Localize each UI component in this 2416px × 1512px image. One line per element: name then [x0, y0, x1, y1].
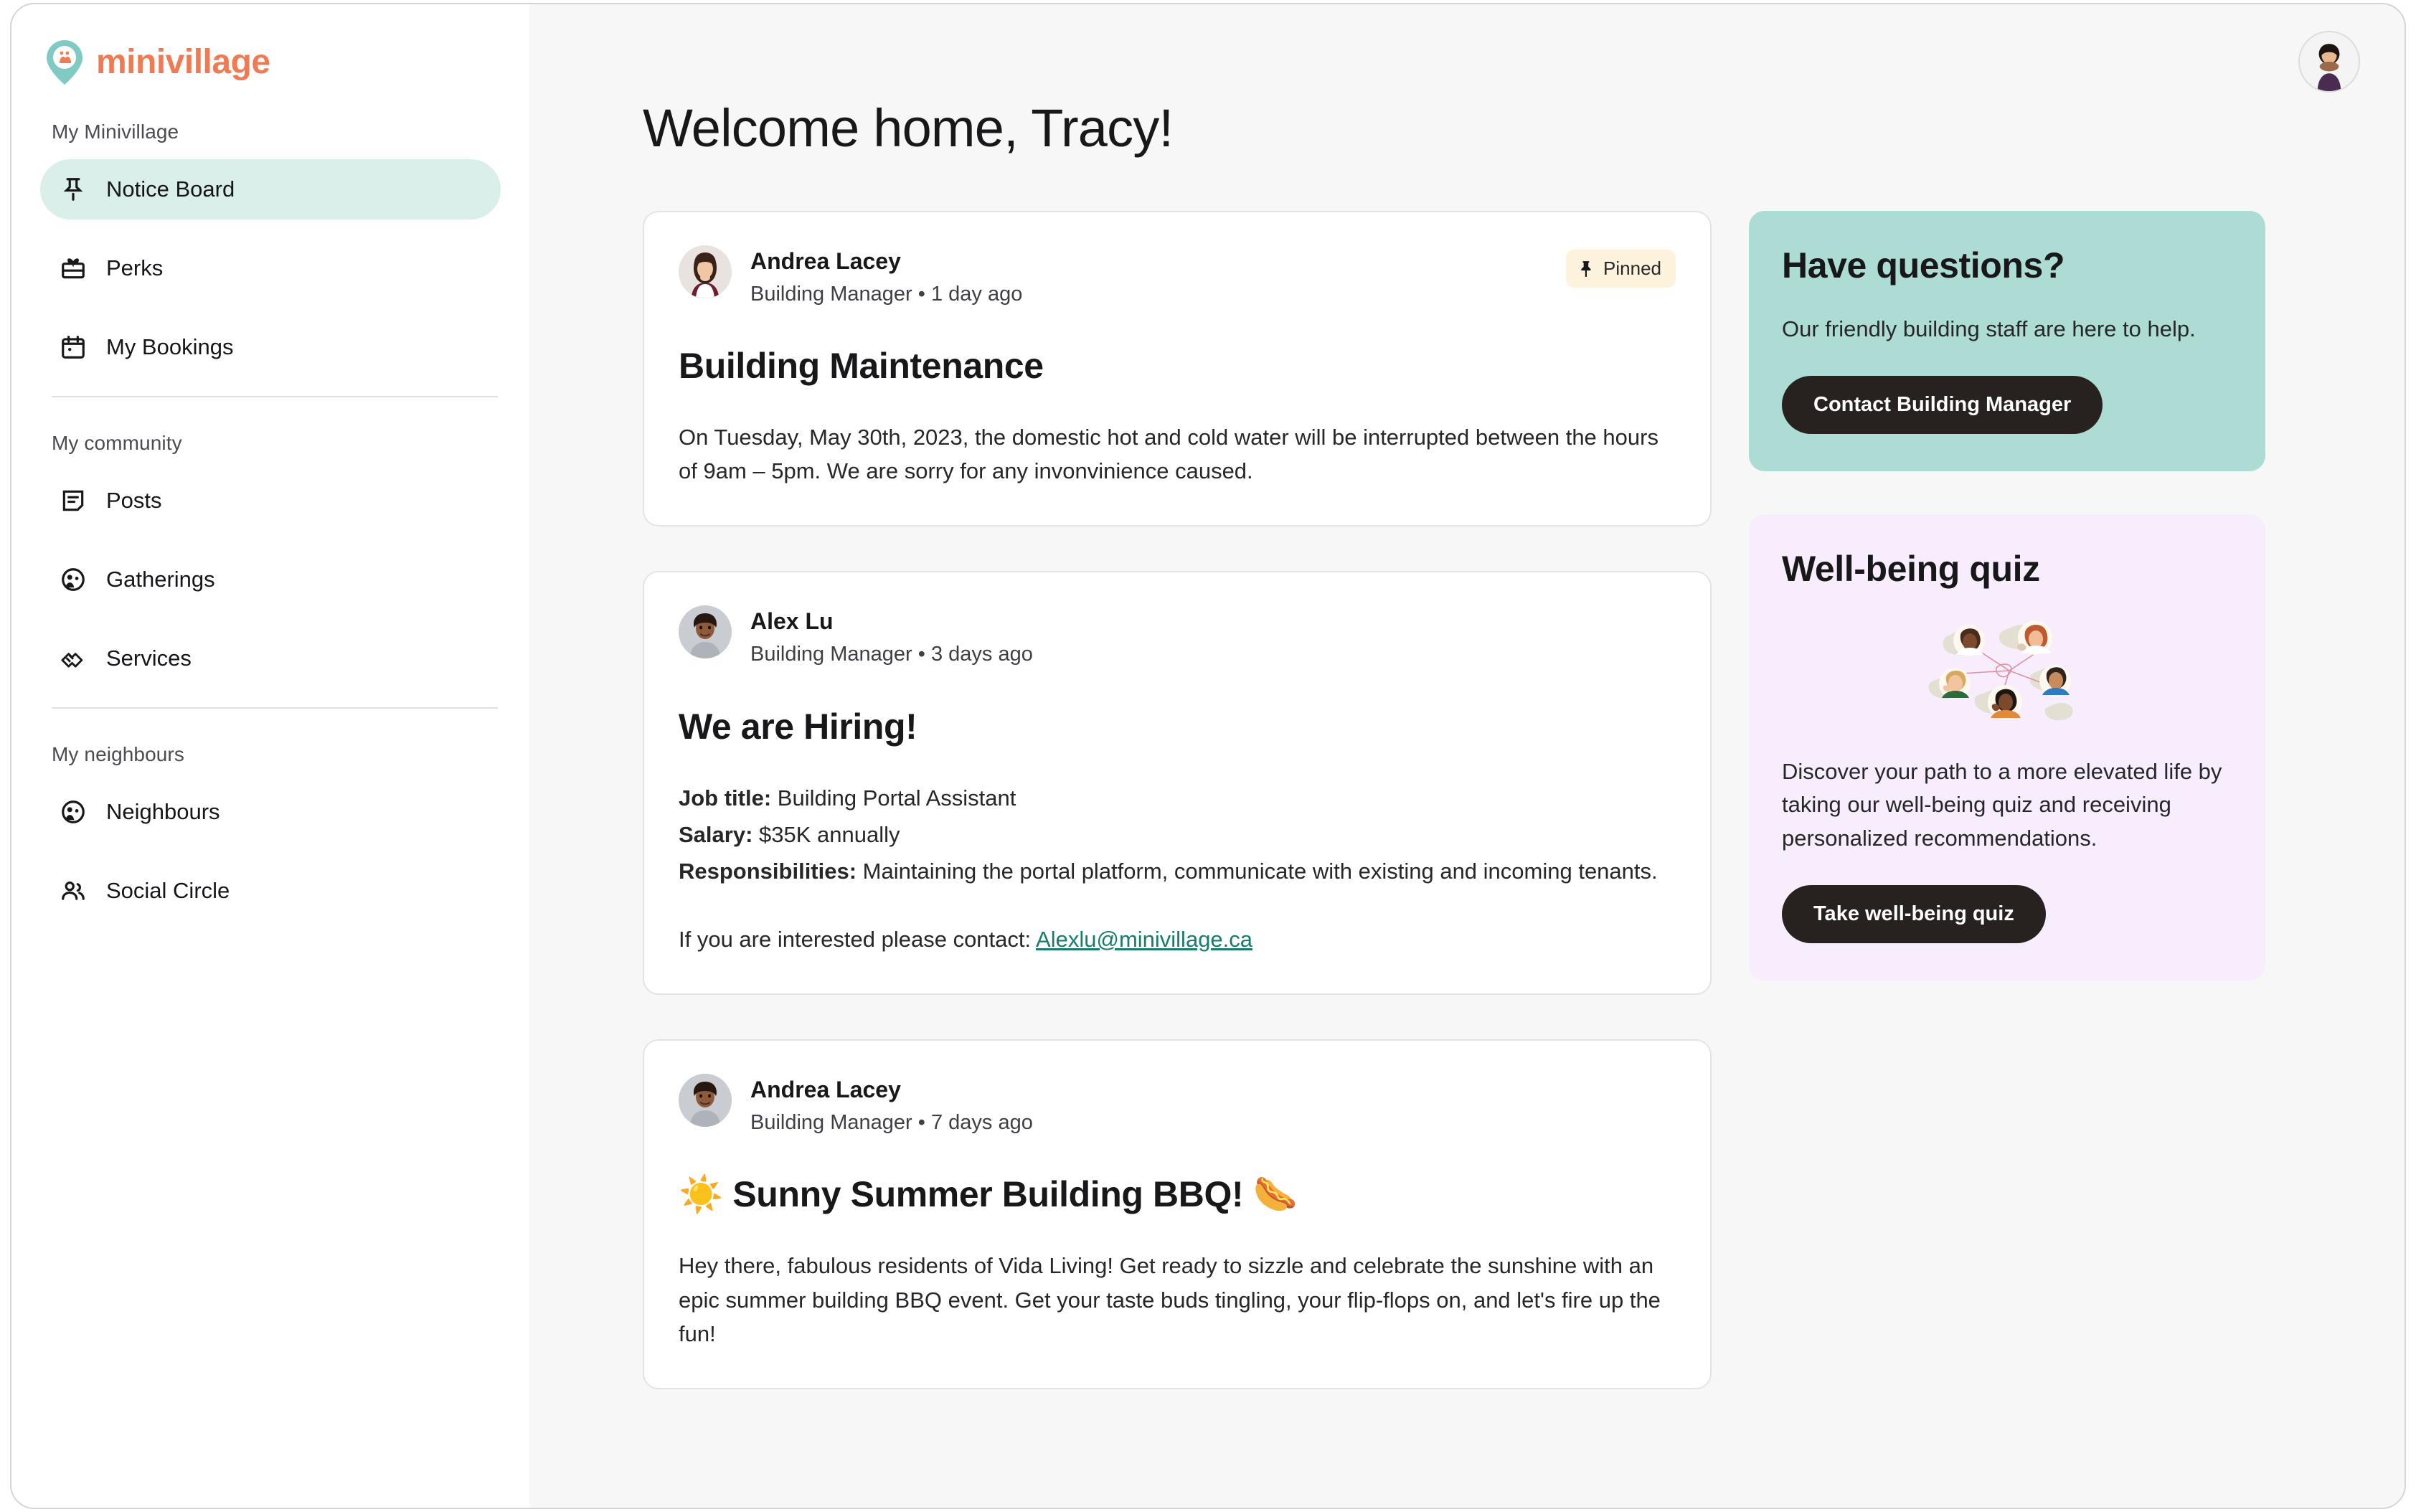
contact-building-manager-button[interactable]: Contact Building Manager — [1782, 376, 2103, 434]
main-content: Welcome home, Tracy! Andrea Lacey Buildi… — [529, 4, 2405, 1508]
sidebar-item-perks[interactable]: Perks — [40, 238, 501, 298]
post-header: Alex Lu Building Manager • 3 days ago — [679, 605, 1676, 667]
post-job-title-value: Building Portal Assistant — [777, 785, 1016, 811]
post-paragraph: On Tuesday, May 30th, 2023, the domestic… — [679, 425, 1658, 484]
handshake-icon — [59, 644, 88, 673]
sidebar: minivillage My Minivillage Notice Board — [11, 4, 529, 1508]
sidebar-item-neighbours[interactable]: Neighbours — [40, 782, 501, 842]
sidebar-item-posts[interactable]: Posts — [40, 471, 501, 531]
sidebar-item-social-circle[interactable]: Social Circle — [40, 861, 501, 921]
sidebar-nav-my-minivillage: Notice Board Perks My Bookings — [11, 159, 529, 377]
card-text: Our friendly building staff are here to … — [1782, 316, 2196, 341]
take-wellbeing-quiz-button[interactable]: Take well-being quiz — [1782, 885, 2046, 943]
post-responsibilities-value: Maintaining the portal platform, communi… — [862, 858, 1658, 884]
users-circle-icon — [59, 798, 88, 826]
page-title: Welcome home, Tracy! — [643, 98, 1174, 158]
sidebar-item-my-bookings[interactable]: My Bookings — [40, 317, 501, 377]
card-title: Have questions? — [1782, 245, 2065, 285]
people-icon — [59, 877, 88, 905]
post-body: Hey there, fabulous residents of Vida Li… — [679, 1249, 1676, 1350]
post-title: Building Maintenance — [679, 346, 1044, 387]
avatar[interactable] — [679, 605, 732, 659]
sidebar-section-label-my-minivillage: My Minivillage — [52, 121, 179, 143]
sidebar-item-label: My Bookings — [106, 334, 234, 359]
post-salary-label: Salary: — [679, 821, 753, 847]
post-subtitle: Building Manager • 3 days ago — [750, 643, 1033, 666]
post-responsibilities-label: Responsibilities: — [679, 858, 857, 884]
avatar[interactable] — [679, 1074, 732, 1128]
content-grid: Andrea Lacey Building Manager • 1 day ag… — [529, 155, 2405, 1434]
post-meta: Andrea Lacey Building Manager • 1 day ag… — [750, 245, 1022, 307]
app-window: minivillage My Minivillage Notice Board — [10, 3, 2406, 1509]
post-contact-prefix: If you are interested please contact: — [679, 927, 1032, 953]
gift-icon — [59, 254, 88, 283]
sidebar-item-label: Services — [106, 646, 192, 671]
post-salary-row: Salary: $35K annually — [679, 818, 1676, 851]
card-text: Discover your path to a more elevated li… — [1782, 758, 2222, 851]
status-badge[interactable]: Pinned — [1566, 250, 1676, 288]
post-meta: Andrea Lacey Building Manager • 7 days a… — [750, 1074, 1033, 1135]
status-badge-label: Pinned — [1603, 257, 1661, 279]
contact-email-link[interactable]: Alexlu@minivillage.ca — [1036, 927, 1252, 952]
calendar-icon — [59, 333, 88, 362]
post-job-title-row: Job title: Building Portal Assistant — [679, 781, 1676, 815]
users-circle-icon — [59, 565, 88, 594]
post-author: Andrea Lacey — [750, 248, 901, 274]
post-subtitle: Building Manager • 7 days ago — [750, 1111, 1033, 1135]
sidebar-nav-my-community: Posts Gatherings Services — [11, 471, 529, 689]
post-responsibilities-row: Responsibilities: Maintaining the portal… — [679, 854, 1676, 888]
sidebar-item-label: Notice Board — [106, 176, 235, 202]
pushpin-icon — [59, 175, 88, 204]
post-salary-value: $35K annually — [759, 821, 900, 847]
sidebar-item-notice-board[interactable]: Notice Board — [40, 159, 501, 219]
brand-name: minivillage — [96, 43, 270, 81]
sidebar-item-gatherings[interactable]: Gatherings — [40, 549, 501, 610]
post-title: We are Hiring! — [679, 706, 917, 747]
have-questions-card: Have questions? Our friendly building st… — [1749, 211, 2265, 471]
sidebar-section-label-my-neighbours: My neighbours — [52, 743, 184, 765]
post-card[interactable]: Andrea Lacey Building Manager • 1 day ag… — [643, 211, 1712, 527]
post-contact-row: If you are interested please contact: Al… — [679, 922, 1676, 956]
post-meta: Alex Lu Building Manager • 3 days ago — [750, 605, 1033, 667]
post-body: On Tuesday, May 30th, 2023, the domestic… — [679, 420, 1676, 488]
post-paragraph: Hey there, fabulous residents of Vida Li… — [679, 1253, 1661, 1346]
post-card[interactable]: Alex Lu Building Manager • 3 days ago We… — [643, 571, 1712, 996]
sidebar-item-label: Posts — [106, 488, 162, 513]
sidebar-item-label: Social Circle — [106, 878, 230, 903]
connected-people-illustration — [1782, 615, 2232, 729]
sidebar-item-services[interactable]: Services — [40, 628, 501, 689]
card-title: Well-being quiz — [1782, 549, 2040, 589]
map-pin-family-icon — [43, 39, 86, 86]
post-author: Andrea Lacey — [750, 1077, 901, 1103]
note-icon — [59, 486, 88, 515]
sidebar-item-label: Neighbours — [106, 799, 220, 824]
post-subtitle: Building Manager • 1 day ago — [750, 283, 1023, 306]
post-title: ☀️ Sunny Summer Building BBQ! 🌭 — [679, 1174, 1298, 1215]
post-job-title-label: Job title: — [679, 785, 772, 811]
post-body: Job title: Building Portal Assistant Sal… — [679, 781, 1676, 956]
pushpin-icon — [1577, 260, 1596, 278]
post-header: Andrea Lacey Building Manager • 7 days a… — [679, 1074, 1676, 1135]
post-author: Alex Lu — [750, 608, 834, 635]
wellbeing-quiz-card: Well-being quiz Discover your path to a … — [1749, 514, 2265, 981]
user-avatar-photo[interactable] — [2298, 31, 2360, 93]
post-card[interactable]: Andrea Lacey Building Manager • 7 days a… — [643, 1039, 1712, 1389]
sidebar-section-label-my-community: My community — [52, 432, 182, 454]
sidebar-item-label: Gatherings — [106, 567, 215, 592]
brand-logo[interactable]: minivillage — [11, 4, 529, 86]
sidebar-nav-my-neighbours: Neighbours Social Circle — [11, 782, 529, 921]
right-rail: Have questions? Our friendly building st… — [1749, 211, 2265, 1024]
post-header: Andrea Lacey Building Manager • 1 day ag… — [679, 245, 1676, 307]
avatar[interactable] — [679, 245, 732, 298]
notice-feed: Andrea Lacey Building Manager • 1 day ag… — [643, 211, 1712, 1434]
sidebar-item-label: Perks — [106, 255, 164, 280]
